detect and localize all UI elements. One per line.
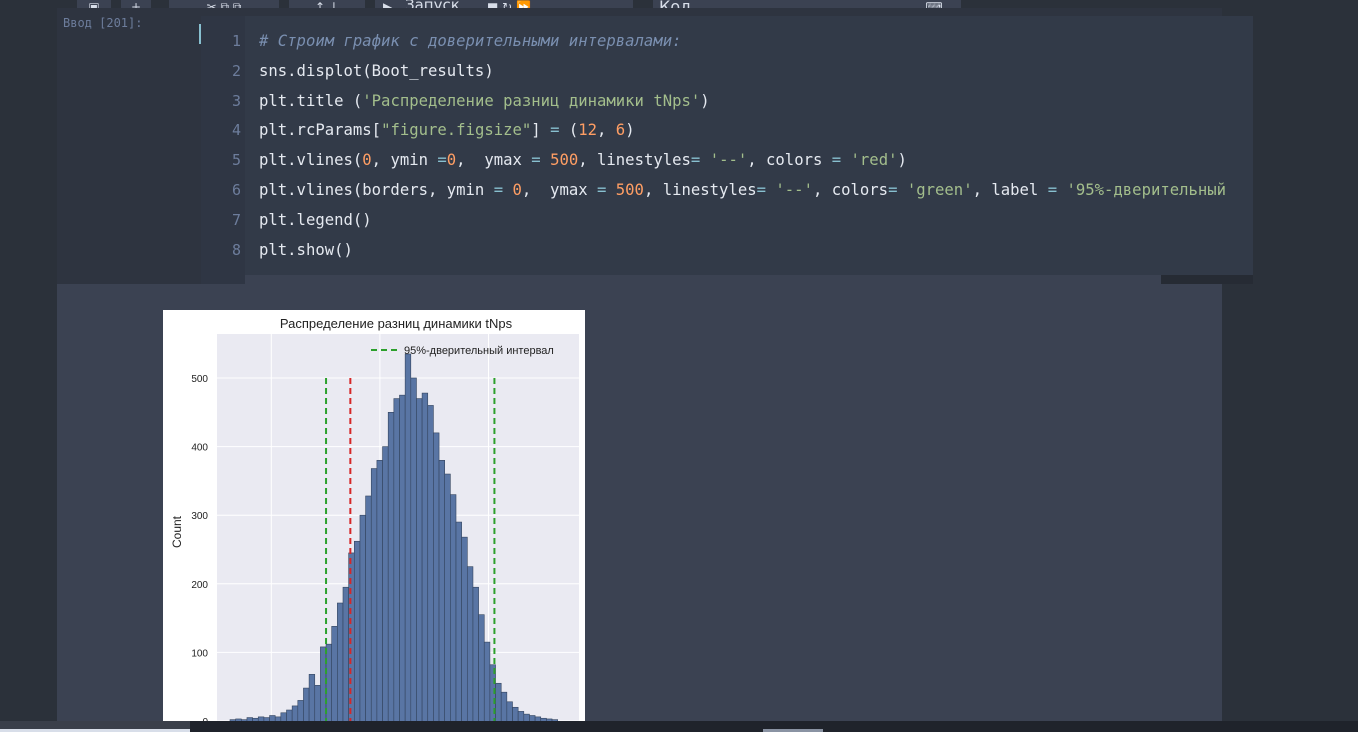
code-text: plt.title ('Распределение разниц динамик… (259, 91, 710, 110)
y-tick-label: 400 (191, 443, 208, 454)
histogram-bar (365, 495, 372, 722)
code-text: plt.show() (259, 240, 353, 259)
histogram-bar (297, 700, 304, 722)
histogram-figure: 0100200300400500 Распределение разниц ди… (163, 310, 585, 722)
code-text: plt.rcParams["figure.figsize"] = (12, 6) (259, 121, 635, 140)
notebook-toolbar: ▣ + ✂ ⧉ ⧉ ↑ ↓ ▶ Запуск ■ ↻ ⏩ Код ⌨ (57, 0, 1222, 16)
histogram-bar (291, 705, 299, 722)
line-number: 2 (231, 61, 241, 80)
histogram-bar (495, 682, 502, 722)
histogram-bar (393, 398, 400, 722)
scrollbar-thumb[interactable] (245, 275, 1161, 284)
horizontal-scrollbar[interactable] (245, 275, 1253, 284)
histogram-bar (455, 521, 462, 722)
histogram-bar (466, 566, 474, 722)
histogram-bar (376, 460, 383, 722)
code-text: sns.displot(Boot_results) (259, 61, 494, 80)
histogram-bar (421, 392, 429, 722)
y-tick-label: 300 (191, 511, 208, 522)
histogram-bar (461, 536, 468, 722)
y-tick-label: 500 (191, 374, 208, 385)
bottom-scrollbar[interactable] (0, 721, 1358, 732)
histogram-chart: 0100200300400500 Распределение разниц ди… (170, 316, 579, 722)
input-prompt: Ввод [201]: (63, 16, 143, 30)
histogram-bar (370, 468, 378, 722)
histogram-bar (506, 701, 513, 722)
histogram-bar (382, 446, 389, 722)
line-number: 1 (231, 32, 241, 50)
line-number: 5 (231, 151, 241, 170)
histogram-bar (359, 514, 366, 722)
histogram-bar (308, 674, 316, 722)
line-number: 8 (231, 240, 241, 259)
histogram-bar (387, 412, 395, 722)
y-tick-label: 100 (191, 648, 208, 659)
code-text: plt.legend() (259, 210, 372, 229)
line-number: 6 (231, 180, 241, 199)
histogram-bar (500, 691, 508, 722)
histogram-bar (331, 626, 338, 722)
histogram-bar (438, 460, 445, 722)
chart-title: Распределение разниц динамики tNps (280, 316, 513, 331)
line-number: 4 (231, 121, 241, 140)
histogram-bar (444, 473, 451, 722)
histogram-bar (512, 706, 519, 722)
histogram-bar (483, 641, 491, 722)
code-text: plt.vlines(0, ymin =0, ymax = 500, lines… (259, 151, 907, 170)
legend-label: 95%-дверительный интервал (404, 345, 554, 357)
line-number: 3 (231, 91, 241, 110)
histogram-bar (472, 586, 479, 722)
histogram-bar (410, 377, 417, 722)
code-cell[interactable]: Ввод [201]: 1 # Строим график с доверите… (57, 8, 1253, 284)
histogram-bar (342, 586, 349, 722)
code-text: # Строим график с доверительными интерва… (259, 32, 682, 50)
code-editor[interactable]: 1 # Строим график с доверительными интер… (201, 16, 1253, 284)
histogram-bar (433, 432, 440, 722)
code-text: plt.vlines(borders, ymin = 0, ymax = 500… (259, 180, 1227, 199)
cell-output: 0100200300400500 Распределение разниц ди… (57, 284, 1222, 732)
histogram-bar (404, 353, 412, 722)
histogram-bar (450, 494, 457, 722)
y-tick-label: 200 (191, 580, 208, 591)
histogram-bar (303, 687, 310, 722)
line-number: 7 (231, 210, 241, 229)
histogram-bar (399, 394, 406, 722)
histogram-bar (416, 398, 423, 722)
histogram-bar (337, 602, 344, 722)
histogram-bar (354, 540, 361, 722)
histogram-bar (478, 614, 485, 722)
histogram-bar (314, 685, 321, 722)
y-axis-label: Count (170, 515, 184, 548)
histogram-bar (427, 405, 434, 722)
